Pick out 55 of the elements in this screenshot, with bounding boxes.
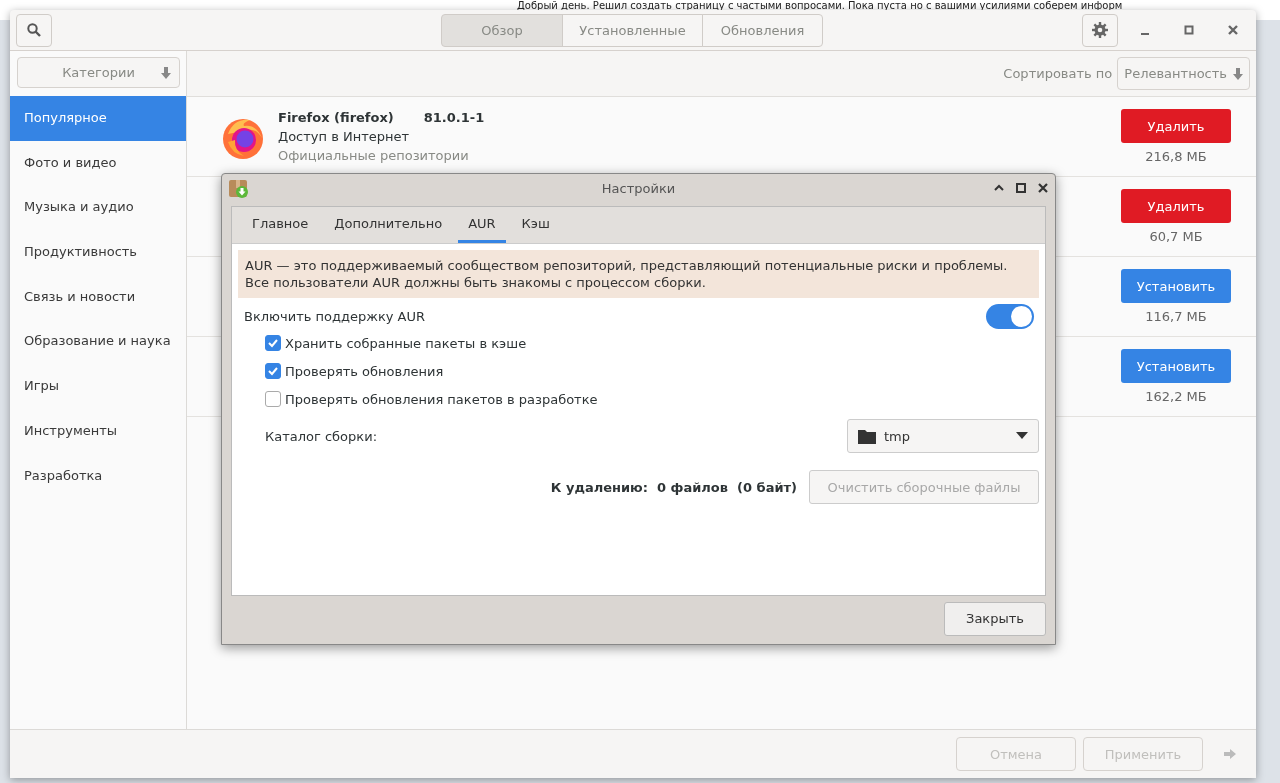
settings-button[interactable] [1082,13,1118,47]
close-icon [1228,25,1238,35]
dialog-tab[interactable]: AUR [458,207,506,243]
category-item[interactable]: Фото и видео [10,140,186,186]
remove-button[interactable]: Удалить [1121,109,1231,143]
settings-icon [1091,21,1109,39]
dialog-tab[interactable]: Главное [242,207,319,243]
search-button[interactable] [16,13,52,47]
checkbox-label: Хранить собранные пакеты в кэше [285,335,527,351]
install-button[interactable]: Установить [1121,269,1231,303]
remove-button[interactable]: Удалить [1121,189,1231,223]
folder-dropdown[interactable]: tmp [847,419,1039,453]
package-size: 60,7 МБ [1149,229,1203,244]
cleanup-summary: К удалению: 0 файлов (0 байт) [550,479,797,495]
category-item[interactable]: Образование и наука [10,319,186,365]
category-item[interactable]: Продуктивность [10,230,186,275]
warning-message: AUR — это поддерживаемый сообществом репозиторий, представляющий потенциальные риски и проблемы. Все пользователи AUR должны быть знакомы с процессом сборки. [238,250,1039,298]
sort-label: Сортировать по [1003,66,1113,81]
checkbox[interactable] [265,363,281,379]
search-icon [26,22,42,38]
package-name: Firefox (firefox) [278,110,394,125]
checkbox[interactable] [265,391,281,407]
install-button[interactable]: Установить [1121,349,1231,383]
caret-icon [1016,432,1028,440]
package-version: 81.0.1-1 [423,110,485,125]
toggle-label: Включить поддержку AUR [244,309,426,324]
package-size: 116,7 МБ [1145,309,1207,324]
maximize-icon[interactable] [1015,182,1027,194]
dialog-title: Настройки [601,180,676,196]
package-description: Доступ в Интернет [278,129,411,144]
package-size: 162,2 МБ [1145,389,1207,404]
arrow-down-icon [1233,67,1243,80]
folder-icon [858,428,876,444]
package-size: 216,8 МБ [1145,149,1207,164]
category-item[interactable]: Музыка и аудио [10,185,186,231]
close-icon[interactable] [1037,182,1049,194]
checkbox-label: Проверять обновления пакетов в разработке [285,391,598,407]
package-icon [228,177,250,199]
dialog-tab[interactable]: Дополнительно [324,207,453,243]
category-item[interactable]: Связь и новости [10,274,186,320]
category-item[interactable]: Разработка [10,453,186,499]
category-item[interactable]: Популярное [10,96,186,141]
package-repository: Официальные репозитории [278,148,470,163]
close-dialog-button[interactable]: Закрыть [944,601,1046,636]
page-text: Добрый день. Решил создать страницу с частыми вопросами. Пока пуста но с вашими усилиями соберем информ [517,0,1123,12]
maximize-icon [1184,25,1194,35]
dialog-tab[interactable]: Кэш [511,207,560,243]
checkbox[interactable] [265,335,281,351]
field-label: Каталог сборки: [265,428,377,444]
toggle-switch[interactable] [986,304,1034,329]
minimize-icon [1141,33,1149,35]
arrow-down-icon [161,66,171,79]
category-item[interactable]: Игры [10,364,186,409]
category-item[interactable]: Инструменты [10,408,186,454]
checkbox-label: Проверять обновления [285,363,444,379]
